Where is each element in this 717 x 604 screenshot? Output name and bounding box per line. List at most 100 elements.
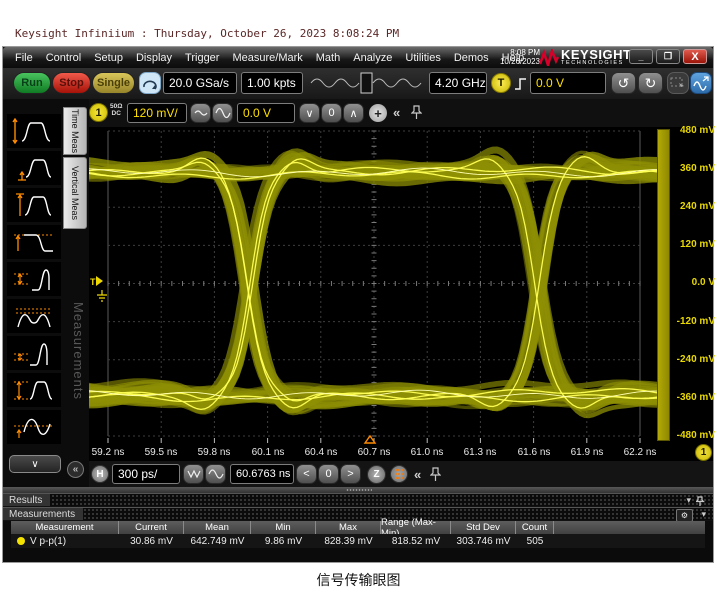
autoscale-icon[interactable]	[690, 72, 712, 94]
run-button[interactable]: Run	[13, 72, 51, 94]
meas-icon-v-rms[interactable]	[7, 410, 61, 444]
pin-hbar-icon[interactable]	[430, 467, 441, 482]
keysight-spark-icon	[539, 49, 559, 66]
menu-setup[interactable]: Setup	[94, 52, 123, 64]
scroll-more-icon[interactable]: ∨	[9, 455, 61, 473]
measurement-row-vpp[interactable]: V p-p(1) 30.86 mV 642.749 mV 9.86 mV 828…	[11, 534, 705, 548]
scale-decrease-wave-icon[interactable]	[190, 103, 211, 123]
tab-time-meas[interactable]: Time Meas	[63, 107, 87, 155]
redo-icon[interactable]: ↻	[638, 72, 663, 94]
menu-measure-mark[interactable]: Measure/Mark	[232, 52, 302, 64]
meas-icon-v-flatness[interactable]	[7, 299, 61, 333]
memory-slider-handle[interactable]	[361, 73, 372, 93]
meas-icon-v-amplitude[interactable]	[7, 373, 61, 407]
menu-control[interactable]: Control	[46, 52, 81, 64]
scale-increase-wave-icon[interactable]	[212, 103, 233, 123]
zoom-mode-icon[interactable]: Z	[367, 465, 386, 484]
pin-channel-icon[interactable]	[411, 105, 422, 120]
meas-icon-v-max[interactable]	[7, 188, 61, 222]
meas-icon-v-base[interactable]	[7, 262, 61, 296]
sample-display-icon[interactable]	[390, 465, 408, 483]
minimize-button[interactable]: _	[629, 49, 653, 64]
position-zero-button[interactable]: 0	[318, 464, 339, 484]
measurements-bar[interactable]: Measurements ⚙ ▾	[3, 507, 713, 521]
meas-icon-v-peak-peak[interactable]	[7, 114, 61, 148]
timebase-scale-field[interactable]: 300 ps/	[112, 464, 180, 484]
trigger-level-marker[interactable]: T	[90, 276, 103, 287]
collapse-channel-icon[interactable]: «	[393, 105, 400, 120]
channel-coupling: 50Ω DC	[110, 103, 122, 117]
maximize-button[interactable]: ❐	[656, 49, 680, 64]
channel-bar: 1 50Ω DC 120 mV/ 0.0 V ∨ 0 ∧ + «	[3, 99, 713, 128]
offset-down-icon[interactable]: ∨	[299, 103, 320, 123]
col-min: Min	[251, 521, 316, 534]
single-button[interactable]: Single	[92, 72, 135, 94]
timebase-expand-wave-icon[interactable]	[205, 464, 226, 484]
t-axis-label: 60.4 ns	[299, 447, 343, 458]
memory-slider[interactable]	[309, 71, 427, 95]
channel-badge-bottom[interactable]: 1	[695, 444, 712, 461]
position-left-icon[interactable]: <	[296, 464, 317, 484]
menu-file[interactable]: File	[15, 52, 33, 64]
meas-icon-v-top[interactable]	[7, 225, 61, 259]
acquisition-toolbar: Run Stop Single 20.0 GSa/s 1.00 kpts 4.2…	[3, 68, 713, 100]
offset-up-icon[interactable]: ∧	[343, 103, 364, 123]
menu-bar: File Control Setup Display Trigger Measu…	[3, 47, 713, 68]
divider-drag-handle[interactable]	[346, 489, 372, 491]
measurements-panel-label: Measurements	[64, 302, 86, 422]
collapse-sidebar-icon[interactable]: «	[67, 461, 84, 478]
t-axis-label: 61.9 ns	[565, 447, 609, 458]
mean-cell: 642.749 mV	[184, 534, 251, 548]
memory-depth-field[interactable]: 1.00 kpts	[241, 72, 303, 94]
col-count: Count	[516, 521, 554, 534]
v-axis-label: 0.0 V	[673, 277, 715, 288]
channel-color-dot	[17, 537, 25, 545]
menu-items: File Control Setup Display Trigger Measu…	[15, 47, 524, 68]
marker-tool-icon[interactable]	[667, 72, 689, 94]
scope-display[interactable]: T 480 mV 360 mV 240 mV 120 mV 0.0 V -120…	[89, 127, 713, 461]
offset-zero-button[interactable]: 0	[321, 103, 342, 123]
close-button[interactable]: X	[683, 49, 707, 64]
filler-cell	[554, 534, 705, 548]
trigger-edge-icon[interactable]	[514, 76, 528, 91]
measurements-dropdown-icon[interactable]: ▾	[701, 509, 706, 520]
window-buttons: _ ❐ X	[629, 49, 707, 64]
pin-results-icon[interactable]	[696, 496, 705, 507]
touch-icon[interactable]	[139, 72, 161, 94]
menu-trigger[interactable]: Trigger	[185, 52, 219, 64]
horizontal-position-field[interactable]: 60.6763 ns	[230, 464, 294, 484]
meas-icon-v-min[interactable]	[7, 151, 61, 185]
vertical-scale-field[interactable]: 120 mV/	[127, 103, 187, 123]
channel-1-badge[interactable]: 1	[89, 103, 108, 122]
vertical-offset-field[interactable]: 0.0 V	[237, 103, 295, 123]
menu-analyze[interactable]: Analyze	[353, 52, 392, 64]
timebase-compress-wave-icon[interactable]	[183, 464, 204, 484]
meas-icon-v-lower[interactable]	[7, 336, 61, 370]
menu-display[interactable]: Display	[136, 52, 172, 64]
horizontal-badge[interactable]: H	[91, 465, 109, 483]
horizontal-bar: H 300 ps/ 60.6763 ns < 0 > Z «	[89, 461, 713, 487]
stop-button[interactable]: Stop	[52, 72, 91, 94]
eye-diagram-canvas[interactable]	[89, 127, 669, 444]
sample-rate-field[interactable]: 20.0 GSa/s	[163, 72, 237, 94]
clock-date: 10/26/2023	[482, 58, 540, 67]
channel-impedance: 50Ω	[110, 103, 122, 110]
col-current: Current	[119, 521, 184, 534]
v-axis-label: -240 mV	[673, 354, 715, 365]
range-cell: 818.52 mV	[381, 534, 451, 548]
add-channel-icon[interactable]: +	[369, 104, 387, 122]
trigger-badge[interactable]: T	[491, 73, 511, 93]
t-axis-label: 61.0 ns	[405, 447, 449, 458]
results-dropdown-icon[interactable]: ▾	[686, 495, 691, 506]
t-axis-label: 59.8 ns	[192, 447, 236, 458]
menu-utilities[interactable]: Utilities	[405, 52, 440, 64]
results-bar[interactable]: Results ▾	[3, 493, 713, 507]
bandwidth-field[interactable]: 4.20 GHz	[429, 72, 487, 94]
trigger-level-field[interactable]: 0.0 V	[530, 72, 606, 94]
collapse-hbar-icon[interactable]: «	[414, 467, 421, 482]
position-right-icon[interactable]: >	[340, 464, 361, 484]
menu-math[interactable]: Math	[316, 52, 340, 64]
tab-vertical-meas[interactable]: Vertical Meas	[63, 157, 87, 229]
undo-icon[interactable]: ↺	[611, 72, 636, 94]
max-cell: 828.39 mV	[316, 534, 381, 548]
